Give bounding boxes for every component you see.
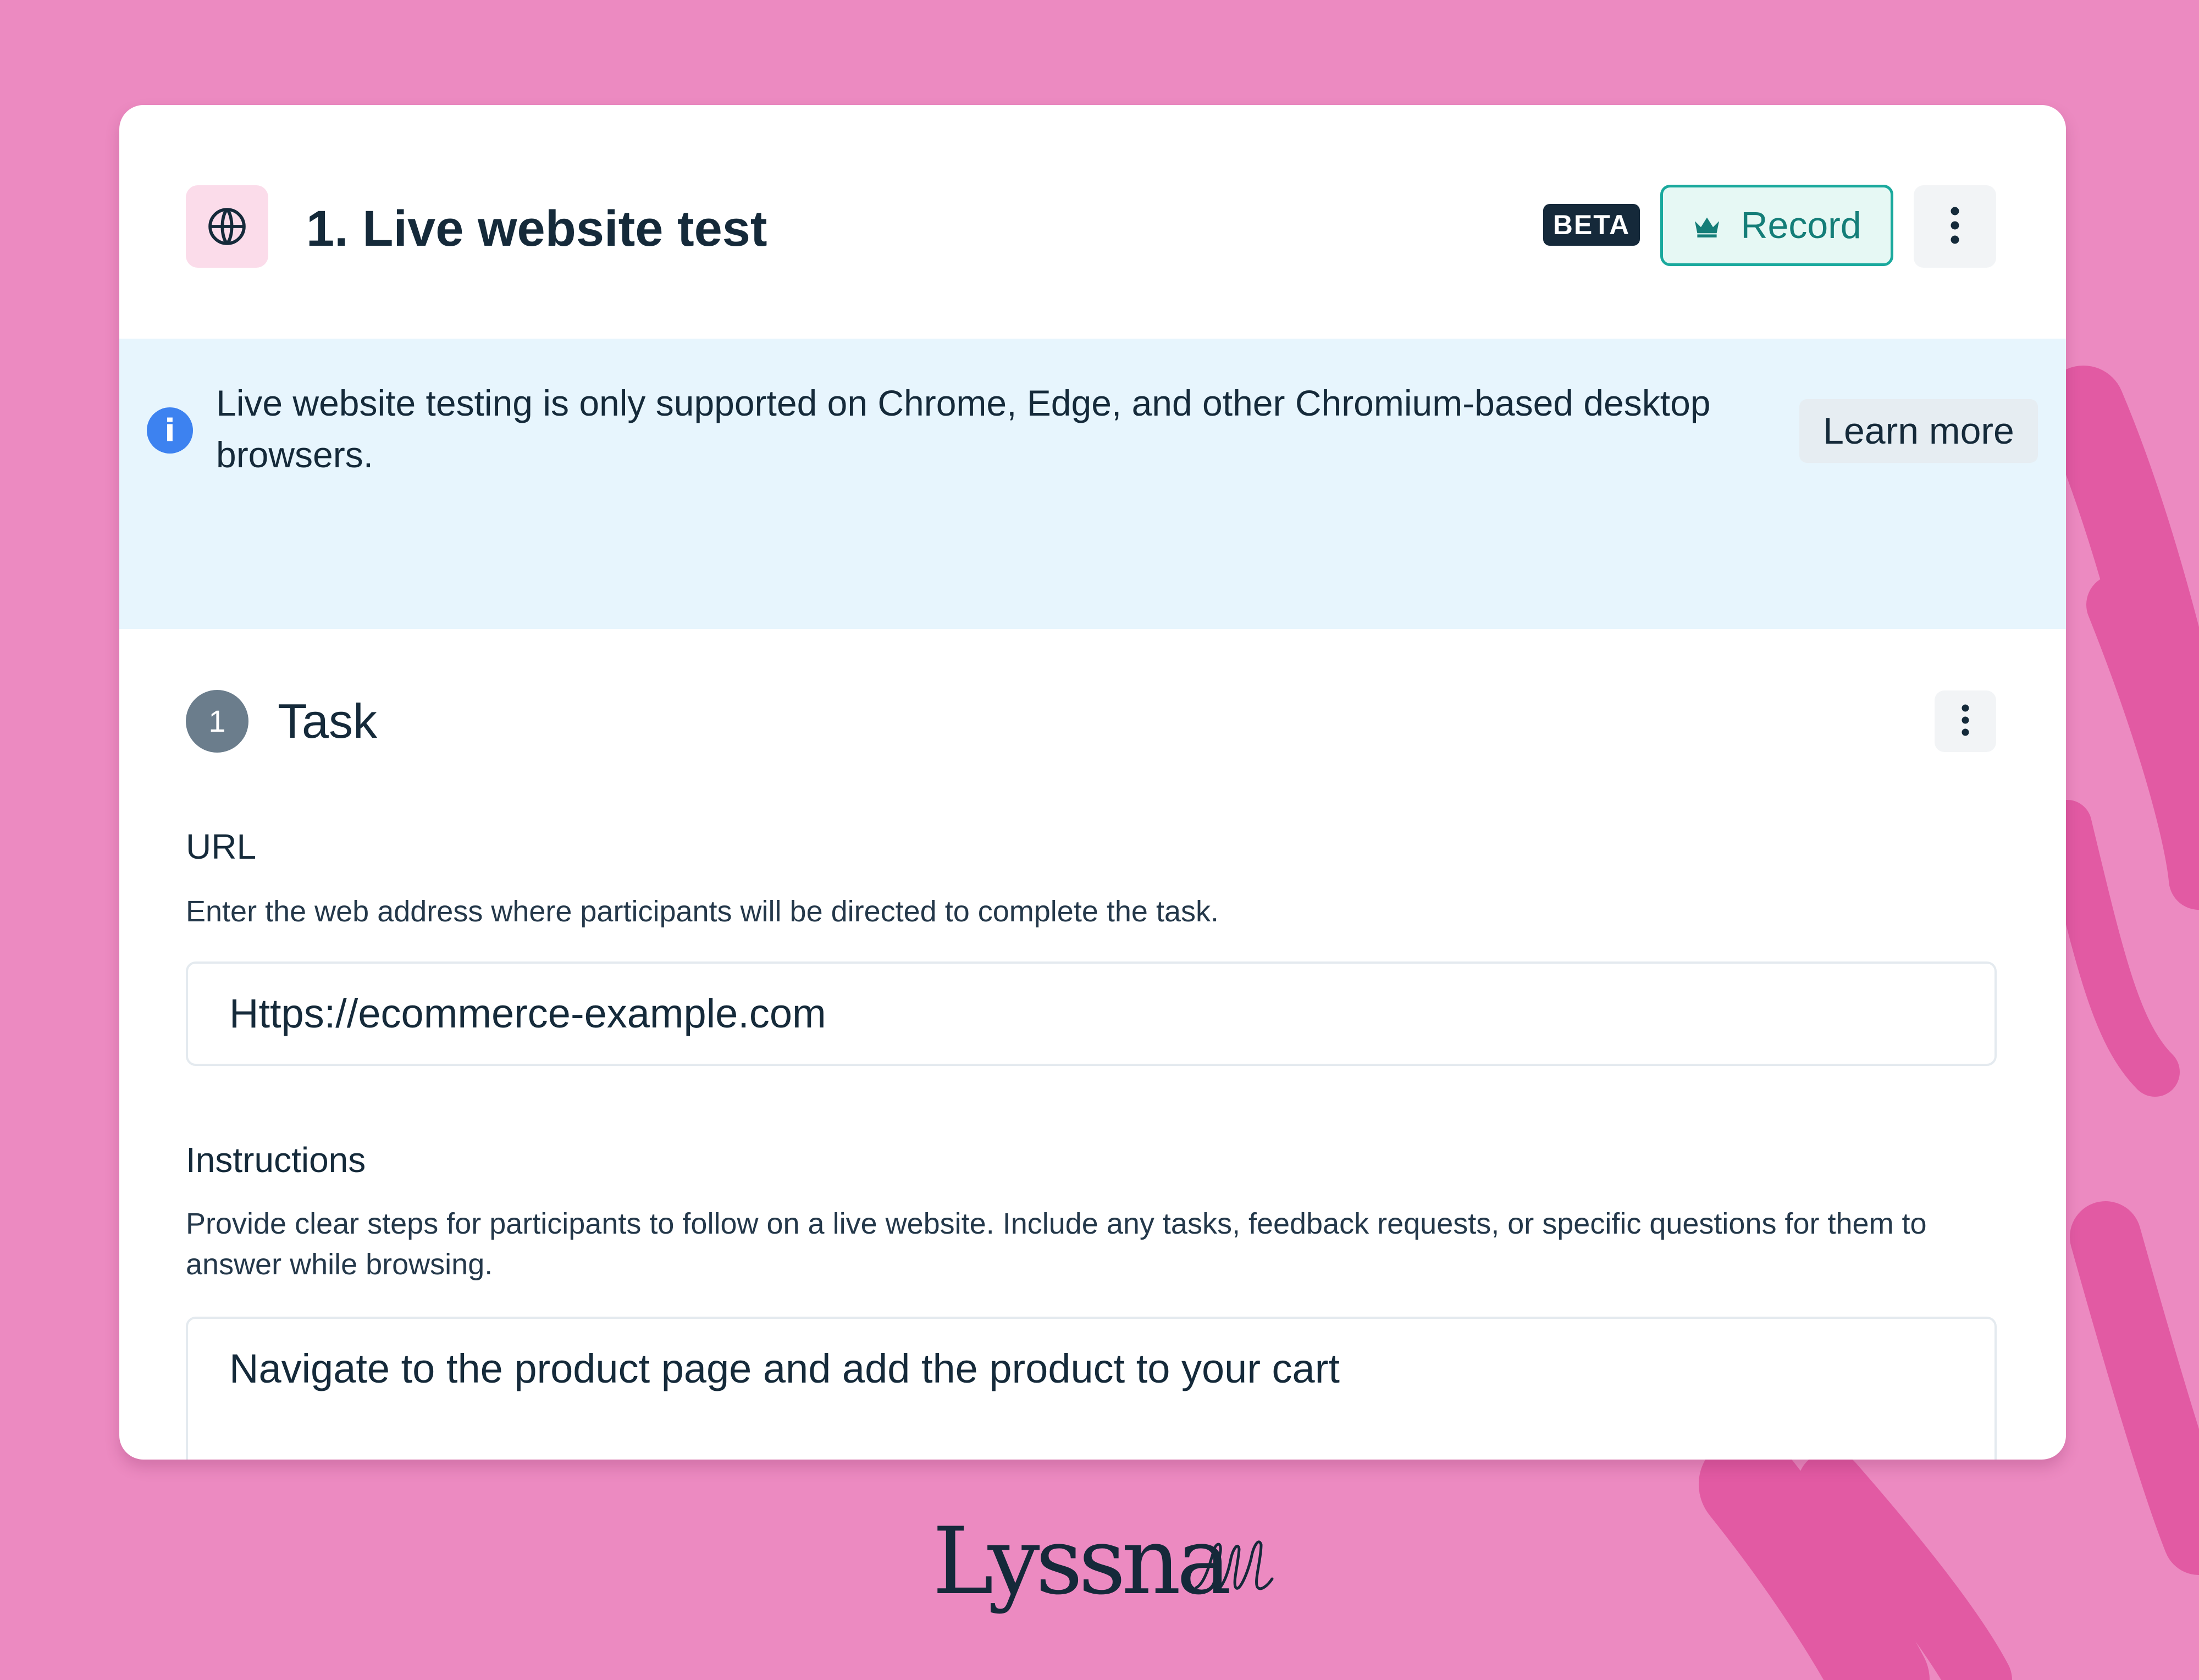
block-menu-button[interactable]: [1914, 185, 1996, 268]
more-vertical-icon: [1949, 206, 1960, 248]
url-label: URL: [186, 827, 257, 866]
block-header: 1. Live website test BETA Record: [119, 105, 2066, 339]
task-number-badge: 1: [186, 690, 248, 753]
url-input[interactable]: Https://ecommerce-example.com: [186, 961, 1997, 1066]
record-button[interactable]: Record: [1660, 185, 1893, 266]
url-help-text: Enter the web address where participants…: [186, 895, 1219, 928]
instructions-textarea[interactable]: Navigate to the product page and add the…: [186, 1317, 1997, 1460]
lyssna-logo: Lyssna: [932, 1506, 1274, 1616]
logo-wordmark: Lyssna: [932, 1507, 1231, 1615]
logo-swirl-icon: [1195, 1540, 1274, 1590]
crown-icon: [1692, 204, 1722, 247]
instructions-label: Instructions: [186, 1140, 366, 1180]
banner-message: Live website testing is only supported o…: [216, 383, 1711, 475]
block-title: 1. Live website test: [306, 201, 767, 257]
task-menu-button[interactable]: [1935, 690, 1996, 752]
task-title: Task: [278, 694, 377, 748]
record-label: Record: [1741, 205, 1861, 246]
instructions-help-text: Provide clear steps for participants to …: [186, 1207, 1927, 1281]
live-website-test-card: 1. Live website test BETA Record i Live: [119, 105, 2066, 1460]
learn-more-button[interactable]: Learn more: [1799, 399, 2038, 463]
instructions-value: Navigate to the product page and add the…: [229, 1346, 1340, 1391]
globe-icon: [186, 185, 268, 268]
info-icon: i: [147, 407, 193, 454]
more-vertical-icon: [1960, 703, 1970, 740]
beta-badge: BETA: [1543, 204, 1640, 246]
